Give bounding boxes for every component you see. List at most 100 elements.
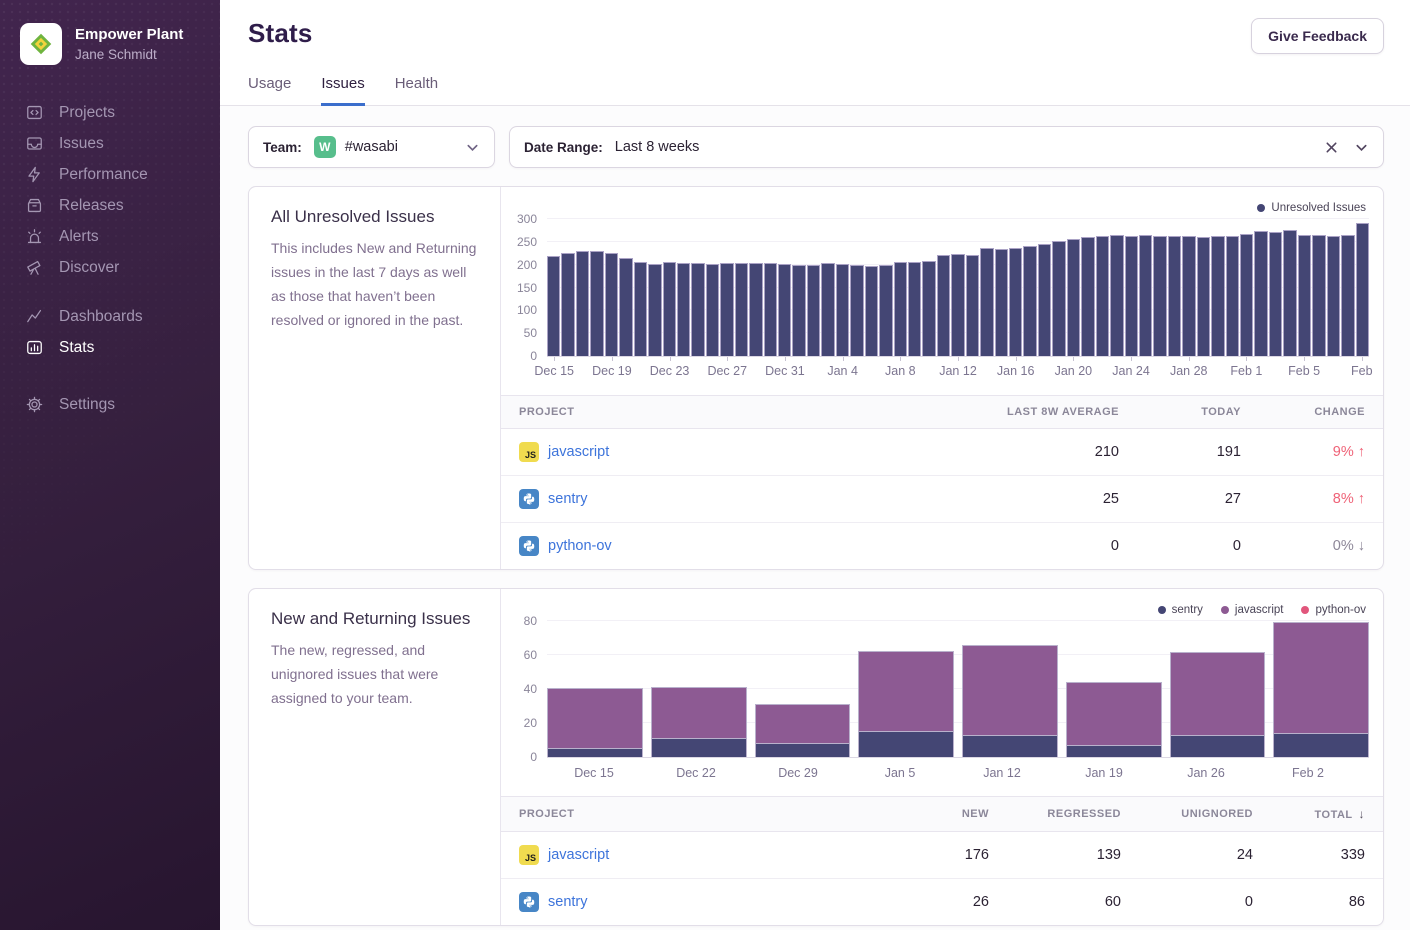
unresolved-bar[interactable] [561, 253, 574, 356]
unresolved-bar[interactable] [980, 248, 993, 356]
unresolved-bar[interactable] [764, 263, 777, 356]
tab-usage[interactable]: Usage [248, 75, 291, 106]
org-switcher[interactable]: Empower Plant Jane Schmidt [0, 0, 220, 85]
team-filter[interactable]: Team: W #wasabi [248, 126, 495, 168]
sidebar-item-performance[interactable]: Performance [25, 159, 220, 190]
project-link-javascript[interactable]: javascript [548, 444, 609, 460]
unresolved-bar[interactable] [691, 263, 704, 356]
unresolved-bar[interactable] [576, 251, 589, 356]
sidebar-item-stats[interactable]: Stats [25, 332, 220, 363]
column-header-new[interactable]: NEW [879, 808, 989, 820]
unresolved-bar[interactable] [951, 254, 964, 356]
project-link-sentry[interactable]: sentry [548, 491, 588, 507]
unresolved-bar[interactable] [908, 262, 921, 356]
column-header-last-8w-average[interactable]: LAST 8W AVERAGE [919, 406, 1119, 418]
unresolved-bar[interactable] [922, 261, 935, 356]
sidebar-item-discover[interactable]: Discover [25, 252, 220, 283]
unresolved-bar[interactable] [619, 258, 632, 356]
unresolved-bar[interactable] [1269, 232, 1282, 356]
unresolved-bar[interactable] [547, 256, 560, 356]
unresolved-bar[interactable] [1023, 246, 1036, 356]
tab-issues[interactable]: Issues [321, 75, 364, 106]
column-header-today[interactable]: TODAY [1131, 406, 1241, 418]
unresolved-bar[interactable] [966, 255, 979, 356]
unresolved-bar[interactable] [1168, 236, 1181, 356]
stacked-bar-jan-12[interactable] [962, 645, 1058, 757]
unresolved-bar[interactable] [894, 262, 907, 356]
unresolved-bar[interactable] [706, 264, 719, 356]
unresolved-bar[interactable] [792, 265, 805, 356]
stacked-bar-dec-22[interactable] [651, 687, 747, 757]
unresolved-bar[interactable] [605, 253, 618, 356]
unresolved-bar[interactable] [865, 266, 878, 356]
legend-item-unresolved-issues[interactable]: Unresolved Issues [1257, 202, 1366, 214]
sidebar-item-dashboards[interactable]: Dashboards [25, 301, 220, 332]
unresolved-bar[interactable] [1312, 235, 1325, 356]
unresolved-bar[interactable] [807, 265, 820, 356]
unresolved-bar[interactable] [1356, 223, 1369, 356]
unresolved-bar[interactable] [1139, 235, 1152, 356]
unresolved-bar[interactable] [937, 255, 950, 356]
unresolved-bar[interactable] [1110, 235, 1123, 356]
give-feedback-button[interactable]: Give Feedback [1251, 18, 1384, 54]
column-header-project[interactable]: PROJECT [519, 808, 867, 820]
column-header-total[interactable]: TOTAL ↓ [1265, 807, 1365, 821]
project-link-python-ov[interactable]: python-ov [548, 538, 612, 554]
unresolved-bar[interactable] [1211, 236, 1224, 356]
unresolved-bar[interactable] [1341, 235, 1354, 356]
unresolved-bar[interactable] [1153, 236, 1166, 356]
unresolved-bar[interactable] [1096, 236, 1109, 356]
unresolved-bar[interactable] [735, 263, 748, 356]
unresolved-bar[interactable] [1182, 236, 1195, 356]
unresolved-bar[interactable] [1254, 231, 1267, 356]
project-link-javascript[interactable]: javascript [548, 847, 609, 863]
legend-item-sentry[interactable]: sentry [1158, 604, 1203, 616]
unresolved-bar[interactable] [778, 264, 791, 356]
tab-health[interactable]: Health [395, 75, 438, 106]
unresolved-bar[interactable] [995, 249, 1008, 356]
project-link-sentry[interactable]: sentry [548, 894, 588, 910]
stacked-bar-feb-2[interactable] [1273, 622, 1369, 757]
stacked-bar-jan-5[interactable] [858, 651, 954, 757]
unresolved-bar[interactable] [1298, 235, 1311, 356]
unresolved-bar[interactable] [663, 262, 676, 356]
unresolved-bar[interactable] [590, 251, 603, 356]
stacked-bar-dec-15[interactable] [547, 688, 643, 757]
unresolved-bar[interactable] [677, 263, 690, 356]
unresolved-bar[interactable] [836, 264, 849, 356]
unresolved-bar[interactable] [879, 265, 892, 356]
unresolved-bar[interactable] [634, 262, 647, 356]
column-header-change[interactable]: CHANGE [1253, 406, 1365, 418]
column-header-unignored[interactable]: UNIGNORED [1133, 808, 1253, 820]
sidebar-item-projects[interactable]: Projects [25, 97, 220, 128]
unresolved-bar[interactable] [821, 263, 834, 356]
unresolved-bar[interactable] [1283, 230, 1296, 356]
unresolved-bar[interactable] [648, 264, 661, 356]
stacked-bar-dec-29[interactable] [755, 704, 851, 757]
unresolved-bar[interactable] [1125, 236, 1138, 356]
unresolved-bar[interactable] [720, 263, 733, 356]
clear-date-range-icon[interactable] [1324, 140, 1339, 155]
unresolved-bar[interactable] [1226, 236, 1239, 356]
unresolved-bar[interactable] [1009, 248, 1022, 356]
unresolved-bar[interactable] [1038, 244, 1051, 356]
sidebar-item-settings[interactable]: Settings [25, 389, 220, 420]
stacked-bar-jan-19[interactable] [1066, 682, 1162, 757]
legend-item-python-ov[interactable]: python-ov [1301, 604, 1366, 616]
unresolved-bar[interactable] [749, 263, 762, 356]
sidebar-item-releases[interactable]: Releases [25, 190, 220, 221]
unresolved-bar[interactable] [1327, 236, 1340, 356]
unresolved-bar[interactable] [1081, 237, 1094, 356]
unresolved-bar[interactable] [1052, 241, 1065, 356]
date-range-filter[interactable]: Date Range: Last 8 weeks [509, 126, 1384, 168]
sidebar-item-alerts[interactable]: Alerts [25, 221, 220, 252]
unresolved-bar[interactable] [1197, 237, 1210, 356]
unresolved-bar[interactable] [1240, 234, 1253, 356]
sidebar-item-issues[interactable]: Issues [25, 128, 220, 159]
unresolved-bar[interactable] [1067, 239, 1080, 356]
legend-item-javascript[interactable]: javascript [1221, 604, 1284, 616]
unresolved-bar[interactable] [850, 265, 863, 356]
column-header-project[interactable]: PROJECT [519, 406, 907, 418]
stacked-bar-jan-26[interactable] [1170, 652, 1266, 757]
column-header-regressed[interactable]: REGRESSED [1001, 808, 1121, 820]
